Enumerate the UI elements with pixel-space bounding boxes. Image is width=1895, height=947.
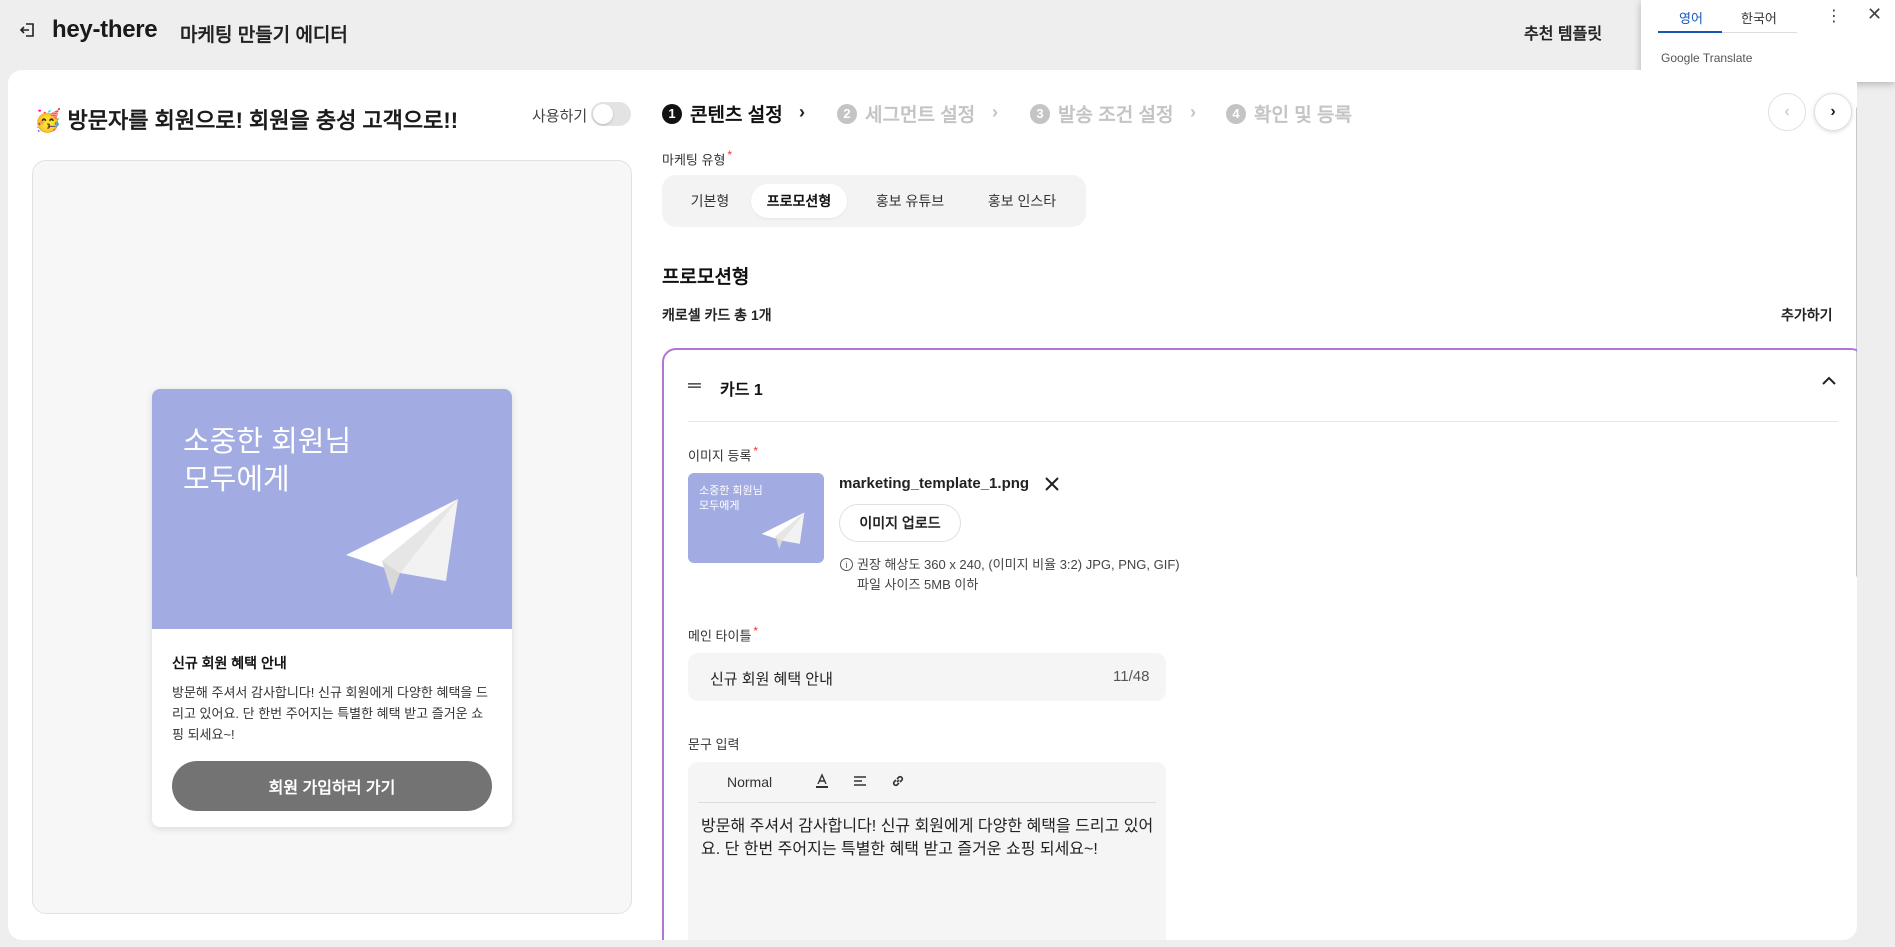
step-label: 확인 및 등록 xyxy=(1254,105,1352,126)
marketing-type-label-text: 마케팅 유형 xyxy=(662,152,726,168)
image-register-label-text: 이미지 등록 xyxy=(688,448,752,464)
step-label: 콘텐츠 설정 xyxy=(690,105,783,126)
step-label: 발송 조건 설정 xyxy=(1058,105,1174,126)
preview-card-body: 방문해 주셔서 감사합니다! 신규 회원에게 다양한 혜택을 드리고 있어요. … xyxy=(172,685,488,742)
next-step-button[interactable]: › xyxy=(1814,93,1852,131)
required-mark: * xyxy=(727,148,733,162)
main-title-char-count: 11/48 xyxy=(1113,668,1150,685)
required-mark: * xyxy=(753,444,759,458)
image-register-label: 이미지 등록 * xyxy=(688,444,758,464)
google-translate-brand: Google Translate xyxy=(1661,51,1752,65)
party-emoji-icon: 🥳 xyxy=(34,108,62,133)
type-youtube-option[interactable]: 홍보 유튜브 xyxy=(858,184,962,218)
main-title-label-text: 메인 타이틀 xyxy=(688,628,752,644)
chevron-right-icon: › xyxy=(992,102,998,122)
main-title-label: 메인 타이틀 * xyxy=(688,624,758,644)
preview-card-title: 신규 회원 혜택 안내 xyxy=(172,655,287,671)
info-icon: i xyxy=(840,558,853,571)
translate-tab-korean[interactable]: 한국어 xyxy=(1741,8,1777,27)
remove-image-icon[interactable] xyxy=(1043,475,1061,493)
recommended-templates-link[interactable]: 추천 템플릿 xyxy=(1524,20,1602,44)
step-label: 세그먼트 설정 xyxy=(865,105,976,126)
align-icon[interactable] xyxy=(852,774,868,790)
translate-tab-english[interactable]: 영어 xyxy=(1679,8,1703,27)
add-card-button[interactable]: 추가하기 xyxy=(1781,305,1833,325)
card-name: 카드 1 xyxy=(720,382,763,399)
campaign-title: 🥳 방문자를 회원으로! 회원을 충성 고객으로!! xyxy=(34,103,458,135)
translate-wordmark: Translate xyxy=(1702,51,1753,65)
carousel-count: 캐로셀 카드 총 1개 xyxy=(662,307,772,323)
image-upload-button[interactable]: 이미지 업로드 xyxy=(839,504,961,542)
step-number: 4 xyxy=(1226,103,1246,124)
step-number: 2 xyxy=(837,103,857,124)
chevron-right-icon: › xyxy=(1190,102,1196,122)
preview-panel: 소중한 회원님 모두에게 신규 회원 혜택 안내 방문해 주셔서 감사합니다! … xyxy=(32,160,632,914)
chevron-right-icon: › xyxy=(799,102,805,122)
prev-step-button[interactable]: ‹ xyxy=(1768,93,1806,131)
use-toggle[interactable] xyxy=(591,102,631,126)
link-icon[interactable] xyxy=(890,773,906,789)
step-send-conditions[interactable]: 3 발송 조건 설정 xyxy=(1030,100,1173,127)
preview-card: 소중한 회원님 모두에게 신규 회원 혜택 안내 방문해 주셔서 감사합니다! … xyxy=(152,389,512,827)
type-basic-option[interactable]: 기본형 xyxy=(668,184,752,218)
image-thumbnail: 소중한 회원님 모두에게 xyxy=(688,473,824,563)
marketing-type-selector: 기본형 프로모션형 홍보 유튜브 홍보 인스타 xyxy=(662,175,1086,227)
exit-icon[interactable] xyxy=(18,20,38,40)
step-confirm-register[interactable]: 4 확인 및 등록 xyxy=(1226,100,1352,127)
thumbnail-text: 소중한 회원님 모두에게 xyxy=(699,485,763,512)
editor-content[interactable]: 방문해 주셔서 감사합니다! 신규 회원에게 다양한 혜택을 드리고 있어요. … xyxy=(701,815,1156,861)
translate-tab-indicator xyxy=(1658,31,1722,33)
chevron-up-icon[interactable] xyxy=(1820,372,1838,390)
type-instagram-option[interactable]: 홍보 인스타 xyxy=(969,184,1075,218)
step-number: 3 xyxy=(1030,103,1050,124)
paper-plane-icon xyxy=(346,499,458,595)
google-wordmark: Google xyxy=(1661,51,1700,65)
card-divider xyxy=(688,421,1838,422)
section-title: 프로모션형 xyxy=(662,267,750,288)
image-filename: marketing_template_1.png xyxy=(839,475,1030,492)
text-input-label: 문구 입력 xyxy=(688,737,740,752)
more-options-icon[interactable]: ⋮ xyxy=(1826,6,1842,26)
step-segment-settings[interactable]: 2 세그먼트 설정 xyxy=(837,100,975,127)
text-style-select[interactable]: Normal xyxy=(727,774,772,790)
image-hint-resolution: 권장 해상도 360 x 240, (이미지 비율 3:2) JPG, PNG,… xyxy=(857,557,1180,572)
paper-plane-icon xyxy=(761,512,805,550)
main-panel: 🥳 방문자를 회원으로! 회원을 충성 고객으로!! 사용하기 소중한 회원님 … xyxy=(8,70,1857,940)
use-toggle-label: 사용하기 xyxy=(532,108,588,125)
preview-cta-button[interactable]: 회원 가입하러 가기 xyxy=(172,761,492,811)
top-bar: hey-there 마케팅 만들기 에디터 추천 템플릿 xyxy=(0,0,1895,62)
image-hint-size: 파일 사이즈 5MB 이하 xyxy=(857,577,979,592)
text-color-icon[interactable] xyxy=(814,773,830,789)
type-promotion-option[interactable]: 프로모션형 xyxy=(751,184,847,218)
step-content-settings[interactable]: 1 콘텐츠 설정 xyxy=(662,100,783,127)
editor-title: 마케팅 만들기 에디터 xyxy=(180,25,348,46)
required-mark: * xyxy=(753,624,759,638)
campaign-title-text: 방문자를 회원으로! 회원을 충성 고객으로!! xyxy=(67,108,459,133)
editor-toolbar-divider xyxy=(698,802,1156,803)
step-number: 1 xyxy=(662,103,682,124)
main-title-value[interactable]: 신규 회원 혜택 안내 xyxy=(710,668,833,689)
preview-image-text: 소중한 회원님 모두에게 xyxy=(183,426,352,496)
close-icon[interactable]: ✕ xyxy=(1867,4,1882,25)
preview-card-image: 소중한 회원님 모두에게 xyxy=(152,389,512,629)
marketing-type-label: 마케팅 유형 * xyxy=(662,148,732,168)
brand-logo[interactable]: hey-there xyxy=(52,16,158,44)
drag-handle-icon[interactable]: ═ xyxy=(688,375,701,396)
